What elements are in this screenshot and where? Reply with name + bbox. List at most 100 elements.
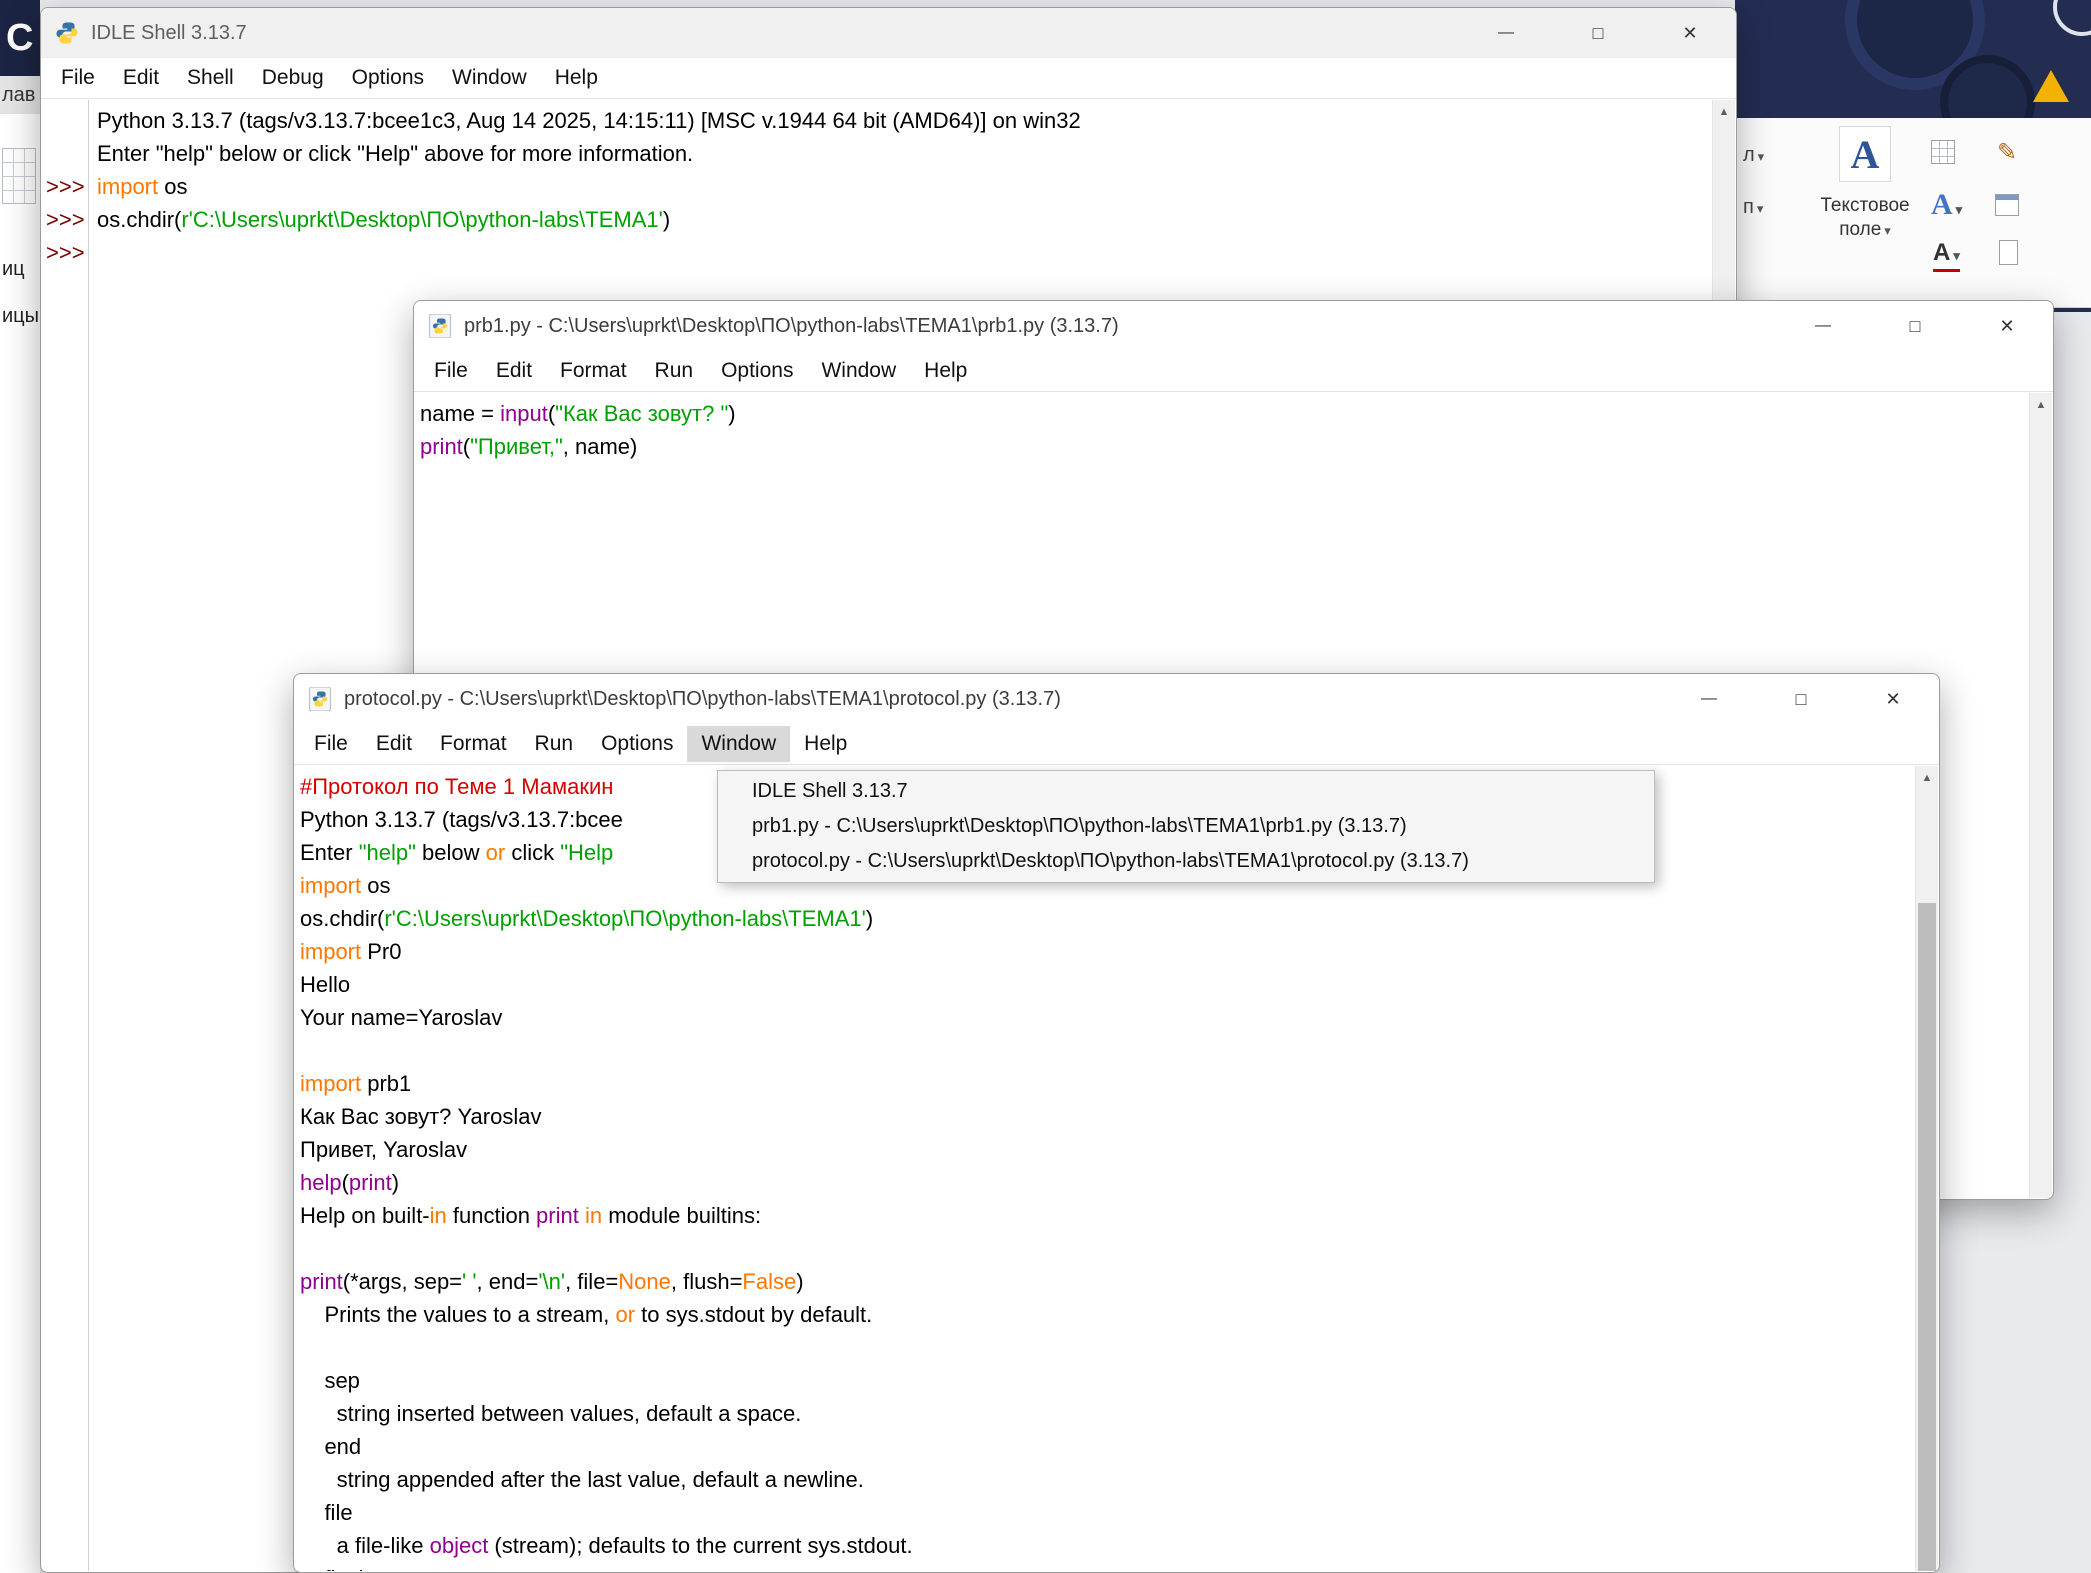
code-line: string inserted between values, default … [300,1397,1915,1430]
window-menu-item[interactable]: prb1.py - C:\Users\uprkt\Desktop\ПО\pyth… [718,809,1654,844]
menu-item-edit[interactable]: Edit [109,60,173,96]
window-title: protocol.py - C:\Users\uprkt\Desktop\ПО\… [344,688,1061,711]
titlebar[interactable]: protocol.py - C:\Users\uprkt\Desktop\ПО\… [294,674,1939,724]
desktop: C лав иц ицы л▾ п▾ A Текстовое поле▾ ✎ A… [0,0,2091,1573]
word-left-text-fragment: иц [2,258,40,281]
code-line: Your name=Yaroslav [300,1001,1915,1034]
table-icon [2,148,36,204]
python-file-icon [428,314,452,338]
maximize-button[interactable]: □ [1552,8,1644,58]
vertical-scrollbar[interactable]: ▲ [2029,393,2052,1198]
menu-item-window[interactable]: Window [438,60,541,96]
code-line: flush [300,1562,1915,1571]
menu-item-format[interactable]: Format [426,726,521,762]
close-button[interactable]: ✕ [1847,674,1939,724]
menu-item-format[interactable]: Format [546,353,641,389]
code-line: file [300,1496,1915,1529]
window-menu-item[interactable]: IDLE Shell 3.13.7 [718,774,1654,809]
code-line: help(print) [300,1166,1915,1199]
word-corner-letter: C [6,17,33,60]
vertical-scrollbar[interactable]: ▲ [1915,766,1938,1571]
warning-triangle-icon [2033,70,2069,102]
menu-item-help[interactable]: Help [790,726,861,762]
minimize-button[interactable]: — [1460,8,1552,58]
quick-parts-icon[interactable] [1931,140,1955,164]
titlebar[interactable]: IDLE Shell 3.13.7 — □ ✕ [41,8,1736,58]
menu-item-run[interactable]: Run [641,353,708,389]
menu-item-debug[interactable]: Debug [248,60,338,96]
shell-prompt: >>> [42,236,88,269]
code-line [300,1034,1915,1067]
menubar: FileEditFormatRunOptionsWindowHelp [294,724,1939,765]
code-line: print("Привет,", name) [420,430,2029,463]
menu-item-edit[interactable]: Edit [362,726,426,762]
ribbon-dropdown-fragment[interactable]: п▾ [1743,196,1763,219]
minimize-button[interactable]: — [1777,301,1869,351]
text-box-icon: A [1839,126,1891,182]
menu-item-shell[interactable]: Shell [173,60,248,96]
menu-item-run[interactable]: Run [521,726,588,762]
code-line: import Pr0 [300,935,1915,968]
window-title: IDLE Shell 3.13.7 [91,22,247,45]
menu-item-help[interactable]: Help [910,353,981,389]
word-window-left-edge: лав иц ицы [0,76,40,1573]
code-line: >>>os.chdir(r'C:\Users\uprkt\Desktop\ПО\… [42,203,1712,236]
window-controls: — □ ✕ [1777,301,2053,351]
code-line: Help on built-in function print in modul… [300,1199,1915,1232]
code-line: sep [300,1364,1915,1397]
code-line: Как Вас зовут? Yaroslav [300,1100,1915,1133]
window-title: prb1.py - C:\Users\uprkt\Desktop\ПО\pyth… [464,315,1119,338]
shell-prompt [42,137,88,170]
scroll-up-icon[interactable]: ▲ [2036,399,2047,1198]
shell-prompt [42,104,88,137]
editor-text-area[interactable]: #Протокол по Теме 1 МамакинPython 3.13.7… [295,766,1915,1571]
close-button[interactable]: ✕ [1644,8,1736,58]
titlebar[interactable]: prb1.py - C:\Users\uprkt\Desktop\ПО\pyth… [414,301,2053,351]
menu-item-file[interactable]: File [300,726,362,762]
code-line: os.chdir(r'C:\Users\uprkt\Desktop\ПО\pyt… [300,902,1915,935]
menu-item-window[interactable]: Window [807,353,910,389]
dropdown-arrow-icon: ▾ [1757,201,1764,216]
code-line: Python 3.13.7 (tags/v3.13.7:bcee1c3, Aug… [42,104,1712,137]
pencil-icon[interactable]: ✎ [1997,138,2017,167]
shell-prompt: >>> [42,170,88,203]
menu-item-options[interactable]: Options [338,60,438,96]
code-line [300,1331,1915,1364]
menu-item-options[interactable]: Options [587,726,687,762]
window-controls: — □ ✕ [1663,674,1939,724]
menubar: FileEditFormatRunOptionsWindowHelp [414,351,2053,392]
word-ribbon-fragment: л▾ п▾ A Текстовое поле▾ ✎ A▾ A▾ [1735,118,2091,308]
code-line: a file-like object (stream); defaults to… [300,1529,1915,1562]
maximize-button[interactable]: □ [1869,301,1961,351]
dropdown-arrow-icon: ▾ [1758,149,1765,164]
drop-cap-button[interactable]: A▾ [1933,240,1960,272]
maximize-button[interactable]: □ [1755,674,1847,724]
date-time-icon[interactable] [1995,194,2019,216]
close-button[interactable]: ✕ [1961,301,2053,351]
python-icon [55,21,79,45]
ribbon-dropdown-fragment[interactable]: л▾ [1743,144,1764,167]
word-left-text-fragment: ицы [2,305,40,328]
code-line: string appended after the last value, de… [300,1463,1915,1496]
dropdown-arrow-icon: ▾ [1956,202,1963,217]
menu-item-window[interactable]: Window [687,726,790,762]
window-menu-item[interactable]: protocol.py - C:\Users\uprkt\Desktop\ПО\… [718,844,1654,879]
text-box-button[interactable]: A Текстовое поле▾ [1805,126,1925,243]
menu-item-options[interactable]: Options [707,353,807,389]
dropdown-arrow-icon: ▾ [1953,248,1960,263]
minimize-button[interactable]: — [1663,674,1755,724]
word-left-text-fragment: лав [2,84,35,107]
menu-item-edit[interactable]: Edit [482,353,546,389]
wordart-button[interactable]: A▾ [1931,188,1962,222]
menu-item-file[interactable]: File [420,353,482,389]
menubar: FileEditShellDebugOptionsWindowHelp [41,58,1736,99]
window-menu-dropdown: IDLE Shell 3.13.7prb1.py - C:\Users\uprk… [717,770,1655,883]
menu-item-help[interactable]: Help [541,60,612,96]
code-line: name = input("Как Вас зовут? ") [420,397,2029,430]
python-file-icon [308,687,332,711]
menu-item-file[interactable]: File [47,60,109,96]
code-line: Hello [300,968,1915,1001]
object-icon[interactable] [1999,240,2018,265]
code-line: import prb1 [300,1067,1915,1100]
scroll-up-icon[interactable]: ▲ [1922,772,1933,1571]
